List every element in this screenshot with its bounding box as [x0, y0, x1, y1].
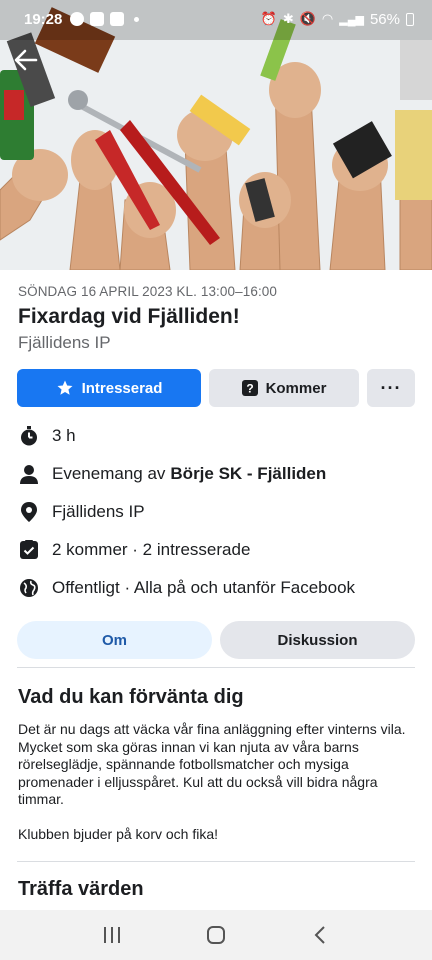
privacy-text: Offentligt · Alla på och utanför Faceboo… — [52, 578, 356, 597]
status-right-icons: ⏰ ✱ 🔇 ◠ ▂▄▆ 56% — [261, 11, 414, 28]
system-back-button[interactable] — [300, 920, 340, 950]
organizer-prefix: Evenemang av — [52, 464, 166, 483]
checkbox-icon — [110, 12, 125, 26]
signal-icon: ▂▄▆ — [339, 13, 364, 26]
event-description: Det är nu dags att väcka vår fina anlägg… — [18, 721, 414, 843]
svt-icon — [90, 12, 105, 26]
alarm-icon: ⏰ — [260, 11, 277, 26]
back-arrow-icon — [14, 49, 38, 71]
status-bar: 19:28 ⏰ ✱ 🔇 ◠ ▂▄▆ 56% — [0, 0, 432, 38]
tools-illustration — [0, 0, 432, 270]
event-date: SÖNDAG 16 APRIL 2023 KL. 13:00–16:00 — [18, 284, 278, 299]
info-organizer[interactable]: Evenemang av Börje SK - Fjälliden — [18, 455, 414, 493]
home-button[interactable] — [196, 920, 236, 950]
info-duration: 3 h — [18, 417, 414, 455]
event-venue[interactable]: Fjällidens IP — [18, 333, 414, 353]
svg-text:?: ? — [246, 382, 253, 396]
wifi-icon: ◠ — [321, 11, 334, 26]
duration-text: 3 h — [52, 426, 76, 445]
location-pin-icon — [18, 501, 40, 523]
account-icon — [70, 12, 85, 26]
location-text: Fjällidens IP — [52, 502, 145, 521]
system-navigation-bar — [0, 910, 432, 960]
home-icon — [207, 926, 225, 944]
info-location[interactable]: Fjällidens IP — [18, 493, 414, 531]
interested-label: Intresserad — [81, 379, 163, 397]
back-button[interactable] — [10, 44, 42, 76]
description-paragraph-1: Det är nu dags att väcka vår fina anlägg… — [18, 721, 406, 807]
more-icon: ··· — [380, 377, 402, 398]
status-left-icons — [70, 12, 140, 26]
divider — [17, 667, 415, 668]
bluetooth-icon: ✱ — [282, 11, 294, 26]
question-box-icon: ? — [241, 380, 258, 396]
going-button[interactable]: ? Kommer — [209, 369, 359, 407]
battery-icon — [406, 12, 414, 26]
battery-level: 56% — [369, 10, 400, 28]
event-details: SÖNDAG 16 APRIL 2023 KL. 13:00–16:00 Fix… — [0, 270, 432, 901]
event-tabs: Om Diskussion — [17, 621, 415, 659]
person-icon — [18, 463, 40, 485]
event-info-list: 3 h Evenemang av Börje SK - Fjälliden Fj… — [18, 417, 414, 607]
divider — [17, 861, 415, 862]
hosts-heading: Träffa värden — [18, 878, 144, 900]
attendance-text: 2 kommer · 2 intresserade — [52, 540, 251, 559]
notification-dot-icon — [134, 16, 140, 22]
event-cover-image — [0, 0, 432, 270]
going-label: Kommer — [265, 379, 327, 397]
interested-button[interactable]: Intresserad — [17, 369, 201, 407]
star-icon — [57, 380, 73, 395]
info-attendance[interactable]: 2 kommer · 2 intresserade — [18, 531, 414, 569]
about-heading: Vad du kan förvänta dig — [18, 686, 244, 708]
calendar-check-icon — [18, 539, 40, 561]
tab-discussion[interactable]: Diskussion — [220, 621, 415, 659]
chevron-left-icon — [314, 926, 325, 944]
mute-icon: 🔇 — [299, 11, 316, 26]
recents-icon — [104, 927, 120, 943]
recent-apps-button[interactable] — [92, 920, 132, 950]
stopwatch-icon — [18, 425, 40, 447]
info-privacy: Offentligt · Alla på och utanför Faceboo… — [18, 569, 414, 607]
tab-about[interactable]: Om — [17, 621, 212, 659]
event-actions: Intresserad ? Kommer ··· — [17, 369, 415, 407]
globe-icon — [18, 577, 40, 599]
event-title: Fixardag vid Fjälliden! — [18, 305, 240, 328]
status-time: 19:28 — [24, 10, 63, 28]
more-options-button[interactable]: ··· — [367, 369, 415, 407]
description-paragraph-2: Klubben bjuder på korv och fika! — [18, 825, 219, 842]
organizer-name[interactable]: Börje SK - Fjälliden — [170, 464, 326, 484]
